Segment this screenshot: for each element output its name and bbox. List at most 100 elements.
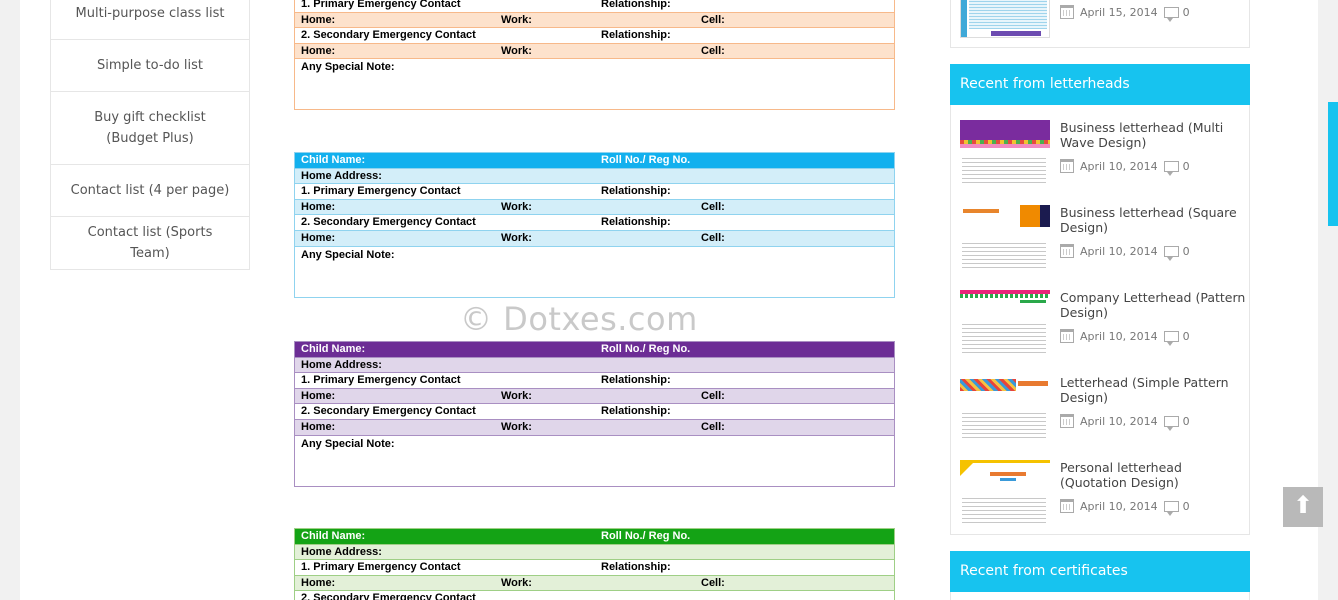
post-meta: April 10, 2014 0: [1060, 243, 1190, 261]
emergency-form-green: Child Name: Roll No./ Reg No. Home Addre…: [294, 528, 895, 600]
roll-no-label: Roll No./ Reg No.: [601, 530, 691, 542]
post-title[interactable]: Company Letterhead (Pattern Design): [1060, 290, 1250, 320]
calendar-icon: [1060, 5, 1074, 19]
home-address-label: Home Address:: [301, 358, 382, 371]
work-label: Work:: [501, 576, 532, 589]
cell-label: Cell:: [701, 200, 725, 213]
home-label: Home:: [301, 13, 336, 26]
comment-count[interactable]: 0: [1183, 6, 1190, 19]
sidebar-item-label[interactable]: Buy gift checklist (Budget Plus): [69, 107, 231, 149]
home-label: Home:: [301, 389, 336, 402]
post-meta: April 10, 2014 0: [1060, 498, 1190, 516]
sidebar-item-simple-to-do-list[interactable]: Simple to-do list: [51, 40, 249, 92]
work-label: Work:: [501, 44, 532, 57]
sidebar-item-label[interactable]: Simple to-do list: [97, 55, 203, 76]
form-note-area: Any Special Note:: [295, 59, 894, 109]
recent-post-item[interactable]: Business letterhead (Multi Wave Design) …: [960, 120, 1250, 190]
emergency-form-blue: Child Name: Roll No./ Reg No. Home Addre…: [294, 152, 895, 298]
comment-count[interactable]: 0: [1183, 330, 1190, 343]
post-date: April 10, 2014: [1080, 329, 1158, 343]
form-row-home: Home: Work: Cell:: [295, 575, 894, 592]
sidebar-item-buy-gift-checklist[interactable]: Buy gift checklist (Budget Plus): [51, 92, 249, 165]
form-row-secondary: 2. Secondary Emergency Contact Relations…: [295, 215, 894, 231]
special-note-label: Any Special Note:: [301, 248, 395, 261]
cell-label: Cell:: [701, 13, 725, 26]
roll-no-label: Roll No./ Reg No.: [601, 154, 691, 166]
comment-count[interactable]: 0: [1183, 415, 1190, 428]
secondary-contact-label: 2. Secondary Emergency Contact: [301, 592, 476, 600]
comment-count[interactable]: 0: [1183, 500, 1190, 513]
comment-count[interactable]: 0: [1183, 245, 1190, 258]
form-row-address: Home Address:: [295, 168, 894, 185]
form-row-home: Home: Work: Cell:: [295, 419, 894, 436]
post-title[interactable]: Personal letterhead (Quotation Design): [1060, 460, 1250, 490]
secondary-contact-label: 2. Secondary Emergency Contact: [301, 405, 476, 418]
certificates-list: [950, 592, 1250, 600]
post-thumbnail[interactable]: [960, 290, 1050, 356]
relationship-label: Relationship:: [601, 561, 671, 574]
relationship-label: Relationship:: [601, 0, 671, 10]
form-note-area: Any Special Note:: [295, 247, 894, 297]
comment-icon: [1163, 415, 1179, 431]
form-row-primary: 1. Primary Emergency Contact Relationshi…: [295, 184, 894, 200]
post-title[interactable]: Letterhead (Simple Pattern Design): [1060, 375, 1250, 405]
comment-icon: [1163, 6, 1179, 22]
special-note-label: Any Special Note:: [301, 61, 395, 74]
primary-contact-label: 1. Primary Emergency Contact: [301, 374, 461, 387]
sidebar-item-multi-purpose-class-list[interactable]: Multi-purpose class list: [51, 0, 249, 40]
form-row-secondary: 2. Secondary Emergency Contact: [295, 591, 894, 600]
work-label: Work:: [501, 13, 532, 26]
home-label: Home:: [301, 200, 336, 213]
letterheads-heading: Recent from letterheads: [950, 64, 1250, 105]
home-label: Home:: [301, 576, 336, 589]
form-row-address: Home Address:: [295, 357, 894, 374]
recent-post-item[interactable]: Business letterhead (Square Design) Apri…: [960, 205, 1250, 275]
comment-icon: [1163, 330, 1179, 346]
form-header-row: Child Name: Roll No./ Reg No.: [295, 153, 894, 169]
post-date: April 10, 2014: [1080, 499, 1158, 513]
post-meta: April 10, 2014 0: [1060, 158, 1190, 176]
recent-post-item[interactable]: Company Letterhead (Pattern Design) Apri…: [960, 290, 1250, 360]
sidebar-item-contact-list-sports[interactable]: Contact list (Sports Team): [51, 217, 249, 269]
post-thumbnail[interactable]: [960, 205, 1050, 271]
post-date: April 15, 2014: [1080, 5, 1158, 19]
sidebar-item-label[interactable]: Contact list (Sports Team): [69, 222, 231, 264]
form-row-home: Home: Work: Cell:: [295, 388, 894, 405]
scrollbar-track[interactable]: [1328, 0, 1338, 600]
post-thumbnail[interactable]: [960, 120, 1050, 186]
form-row-secondary: 2. Secondary Emergency Contact Relations…: [295, 404, 894, 420]
work-label: Work:: [501, 389, 532, 402]
child-name-label: Child Name:: [301, 530, 366, 542]
post-thumbnail[interactable]: [960, 375, 1050, 441]
home-address-label: Home Address:: [301, 169, 382, 182]
sidebar-item-contact-list-4[interactable]: Contact list (4 per page): [51, 165, 249, 217]
form-row-home: Home: Work: Cell:: [295, 12, 894, 29]
post-title[interactable]: Business letterhead (Multi Wave Design): [1060, 120, 1250, 150]
form-row-home: Home: Work: Cell:: [295, 230, 894, 247]
special-note-label: Any Special Note:: [301, 437, 395, 450]
relationship-label: Relationship:: [601, 405, 671, 418]
home-label: Home:: [301, 420, 336, 433]
back-to-top-button[interactable]: ⬆: [1283, 487, 1323, 527]
work-label: Work:: [501, 200, 532, 213]
post-title[interactable]: Business letterhead (Square Design): [1060, 205, 1250, 235]
scrollbar-thumb[interactable]: [1328, 102, 1338, 226]
recent-post-top[interactable]: April 15, 2014 0: [960, 0, 1250, 62]
post-thumbnail[interactable]: [960, 460, 1050, 526]
recent-post-item[interactable]: Personal letterhead (Quotation Design) A…: [960, 460, 1250, 530]
primary-contact-label: 1. Primary Emergency Contact: [301, 0, 461, 10]
comment-icon: [1163, 245, 1179, 261]
sidebar-item-label[interactable]: Contact list (4 per page): [71, 180, 230, 201]
child-name-label: Child Name:: [301, 343, 366, 355]
relationship-label: Relationship:: [601, 185, 671, 198]
calendar-icon: [1060, 159, 1074, 173]
post-meta: April 10, 2014 0: [1060, 413, 1190, 431]
calendar-icon: [1060, 414, 1074, 428]
post-thumbnail[interactable]: [960, 0, 1050, 38]
sidebar-item-label[interactable]: Multi-purpose class list: [76, 3, 225, 24]
comment-icon: [1163, 160, 1179, 176]
form-row-primary: 1. Primary Emergency Contact Relationshi…: [295, 560, 894, 576]
form-note-area: Any Special Note:: [295, 436, 894, 486]
comment-count[interactable]: 0: [1183, 160, 1190, 173]
recent-post-item[interactable]: Letterhead (Simple Pattern Design) April…: [960, 375, 1250, 445]
